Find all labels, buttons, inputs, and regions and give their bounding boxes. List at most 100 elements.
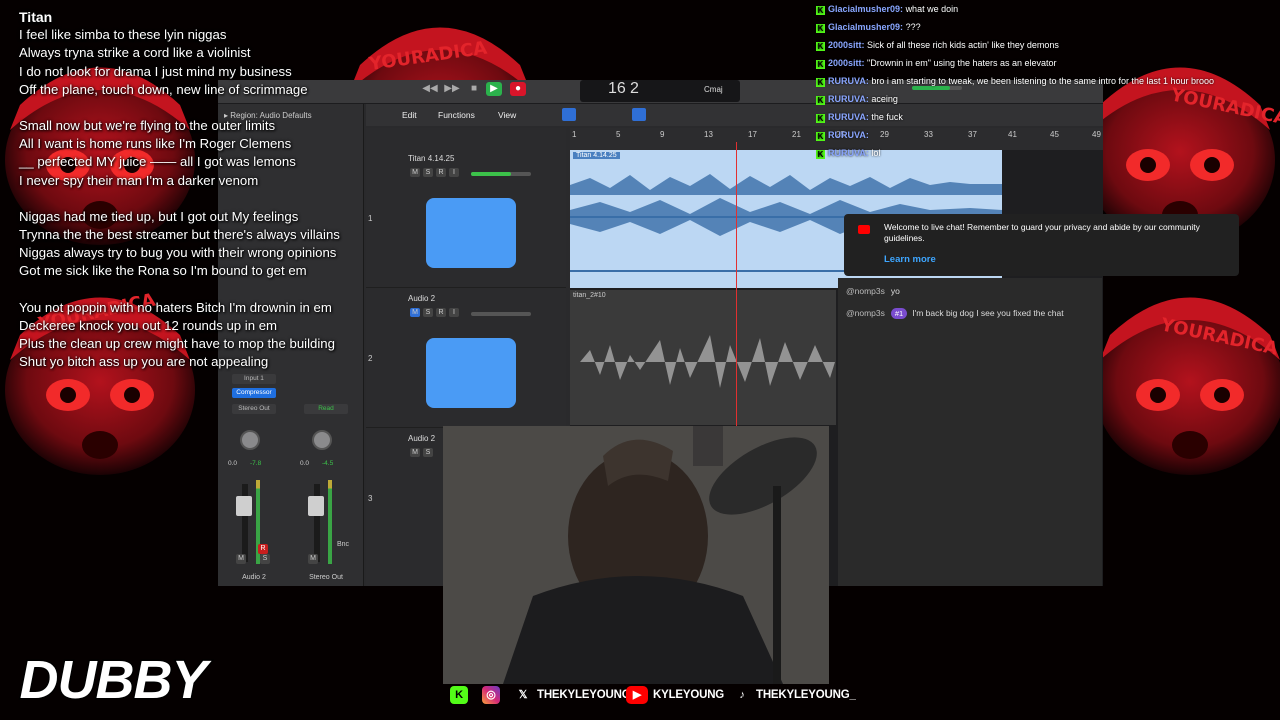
lyric-line: I never spy their man I'm a darker venom (19, 172, 259, 188)
chat-username: RURUVA: (828, 112, 869, 122)
chat-text: Sick of all these rich kids actin' like … (867, 40, 1059, 50)
solo-button[interactable]: S (423, 168, 433, 177)
snap-icon[interactable] (632, 108, 646, 121)
track-number: 3 (368, 494, 373, 503)
instagram-social[interactable]: ◎ (482, 686, 505, 704)
chat-username: Glacialmusher09: (828, 22, 904, 32)
pan-knob[interactable] (312, 430, 332, 450)
chat-username: RURUVA: (828, 130, 869, 140)
webcam-feed (443, 426, 829, 684)
volume-fader[interactable] (308, 484, 324, 562)
chat-text: ??? (905, 22, 921, 32)
ruler-mark: 13 (704, 130, 713, 139)
region-label: Titan 4.14.25 (573, 152, 620, 159)
mute-button[interactable]: M (410, 168, 420, 177)
compressor-plugin-slot[interactable]: Compressor (232, 388, 276, 398)
yt-chat-author: @nomp3s (846, 308, 885, 318)
lyric-line: Always tryna strike a cord like a violin… (19, 45, 251, 61)
rewind-icon[interactable]: ◀◀ (422, 82, 438, 96)
learn-more-link[interactable]: Learn more (884, 254, 936, 265)
record-enable-button[interactable]: R (258, 544, 268, 554)
menu-functions[interactable]: Functions (438, 110, 475, 120)
kick-icon: K (816, 6, 825, 15)
lcd-beat: 2 (630, 80, 639, 97)
chat-text: what we doin (905, 4, 959, 14)
lyric-line: Off the plane, touch down, new line of s… (19, 81, 308, 97)
mute-button[interactable]: M (410, 308, 420, 317)
waveform (580, 335, 835, 388)
strip-values: 0.0 -7.8 (228, 460, 284, 467)
level-meter (328, 480, 332, 564)
tiktok-handle: THEKYLEYOUNG_ (756, 689, 856, 702)
kick-social[interactable]: K (450, 686, 473, 704)
kick-icon: K (816, 78, 825, 87)
fast-forward-icon[interactable]: ▶▶ (444, 82, 460, 96)
ruler-mark: 17 (748, 130, 757, 139)
yt-chat-text: I'm back big dog I see you fixed the cha… (912, 308, 1064, 318)
chat-username: RURUVA: (828, 76, 869, 86)
solo-button[interactable]: S (260, 554, 270, 564)
socials-bar: K ◎ 𝕏 THEKYLEYOUNG ▶ KYLEYOUNG ♪ THEKYLEYOU… (450, 684, 856, 706)
x-social[interactable]: 𝕏 THEKYLEYOUNG (514, 686, 631, 704)
lyrics-stanza: You not poppin with no haters Bitch I'm … (19, 299, 389, 372)
tiktok-social[interactable]: ♪ THEKYLEYOUNG_ (733, 686, 856, 704)
mute-button[interactable]: M (410, 448, 420, 457)
record-button[interactable]: R (436, 308, 446, 317)
menu-view[interactable]: View (498, 110, 516, 120)
lcd-display[interactable]: 16 2 Cmaj (580, 80, 740, 102)
track-volume-slider[interactable] (471, 312, 531, 316)
audio-region-2[interactable]: titan_2#10 (570, 290, 836, 425)
track-volume-fill (471, 172, 511, 176)
x-logo-icon: 𝕏 (518, 689, 528, 701)
chat-text: bro i am starting to tweak, we been list… (871, 76, 1215, 86)
mute-button[interactable]: M (236, 554, 246, 564)
webcam-image (443, 426, 829, 684)
input-monitor-button[interactable]: I (449, 168, 459, 177)
kick-icon: K (816, 60, 825, 69)
yt-chat-message: @nomp3s #1 I'm back big dog I see you fixe… (846, 308, 1064, 319)
kick-icon: K (816, 24, 825, 33)
logo-text: DUBBY (19, 650, 212, 710)
track-buttons: MS (410, 448, 436, 457)
kick-icon: K (816, 42, 825, 51)
chat-message: K Glacialmusher09: what we doin (816, 0, 1280, 18)
stop-icon[interactable]: ■ (466, 82, 482, 96)
mute-button[interactable]: M (308, 554, 318, 564)
lcd-key: Cmaj (704, 85, 723, 94)
ruler-mark: 5 (616, 130, 621, 139)
yt-chat-message: @nomp3s yo (846, 286, 900, 296)
lyric-line: Shut yo bitch ass up you are not appeali… (19, 354, 269, 370)
track-header-2[interactable]: 2 Audio 2 MSRI (366, 290, 566, 428)
fader-cap[interactable] (236, 496, 252, 516)
volume-fader[interactable] (236, 484, 252, 562)
record-button[interactable]: ● (510, 82, 526, 96)
record-button[interactable]: R (436, 168, 446, 177)
lyric-line: Trynna the the best streamer but there's… (19, 227, 340, 243)
ruler-mark: 9 (660, 130, 665, 139)
chat-message: K 2000sitt: Sick of all these rich kids a… (816, 36, 1280, 54)
solo-button[interactable]: S (423, 448, 433, 457)
channel-strip-audio2: Input 1 Compressor Stereo Out 0.0 -7.8 R … (224, 374, 284, 584)
ruler-mark: 1 (572, 130, 577, 139)
yt-chat-text: yo (890, 286, 900, 296)
list-view-icon[interactable] (562, 108, 576, 121)
crown-badge: #1 (890, 308, 908, 319)
youtube-social[interactable]: ▶ KYLEYOUNG (626, 686, 724, 704)
dubby-logo: DUBBY (18, 649, 214, 712)
fader-cap[interactable] (308, 496, 324, 516)
chat-message: K Glacialmusher09: ??? (816, 18, 1280, 36)
bounce-button[interactable]: Bnc (336, 540, 350, 550)
lyrics-overlay: Titan I feel like simba to these lyin ni… (19, 8, 389, 389)
play-button[interactable]: ▶ (486, 82, 502, 96)
solo-button[interactable]: S (423, 308, 433, 317)
chat-text: the fuck (871, 112, 903, 122)
track-header-1[interactable]: 1 Titan 4.14.25 MSRI (366, 150, 566, 288)
track-volume-slider[interactable] (471, 172, 531, 176)
input-monitor-button[interactable]: I (449, 308, 459, 317)
menu-edit[interactable]: Edit (402, 110, 417, 120)
lyric-line: You not poppin with no haters Bitch I'm … (19, 299, 332, 315)
lyric-line: I do not look for drama I just mind my b… (19, 63, 292, 79)
pan-knob[interactable] (240, 430, 260, 450)
output-slot[interactable]: Stereo Out (232, 404, 276, 414)
automation-mode[interactable]: Read (304, 404, 348, 414)
